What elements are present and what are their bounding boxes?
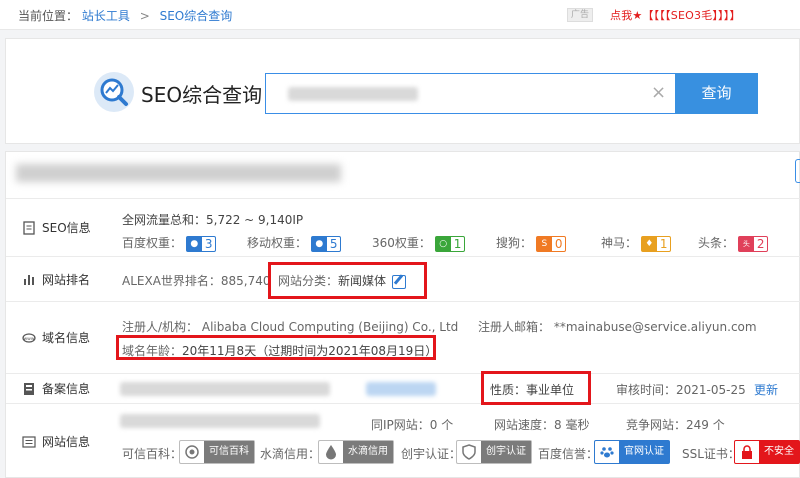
baidu-paw-icon: ● bbox=[186, 236, 202, 251]
ad-link[interactable]: 点我★【【【【SEO3毛】】】】 bbox=[610, 7, 741, 23]
cert-ssl-badge[interactable]: 不安全 bbox=[734, 440, 800, 464]
360-icon: ○ bbox=[435, 236, 451, 251]
registrant: 注册人/机构： Alibaba Cloud Computing (Beijing… bbox=[122, 320, 459, 334]
site-speed: 网站速度：8 毫秒 bbox=[494, 418, 590, 432]
breadcrumb-prefix: 当前位置： bbox=[18, 9, 79, 23]
seo-info-label: SEO信息 bbox=[6, 199, 114, 256]
www-icon: www bbox=[22, 332, 36, 343]
cert-baidu-badge[interactable]: 官网认证 bbox=[594, 440, 670, 464]
ssl-lock-icon bbox=[737, 442, 757, 462]
baidu-paw-icon: ● bbox=[311, 236, 327, 251]
alexa-rank: ALEXA世界排名：885,740 bbox=[122, 274, 271, 288]
breadcrumb: 当前位置： 站长工具 > SEO综合查询 bbox=[18, 7, 232, 24]
rank-label: 网站排名 bbox=[6, 257, 114, 301]
shenma-icon: ♦ bbox=[641, 236, 657, 251]
highlight-category bbox=[268, 262, 427, 299]
cert-trust-label: 可信百科： bbox=[122, 447, 183, 461]
cert-row: 可信百科： 可信百科 水滴信用： 水滴信用 创宇认证： 创宇认证 百度信誉： 官… bbox=[6, 440, 800, 466]
seo-logo-icon bbox=[94, 72, 134, 112]
breadcrumb-home-link[interactable]: 站长工具 bbox=[82, 9, 130, 23]
document-icon bbox=[23, 220, 35, 235]
highlight-domain-age bbox=[116, 335, 436, 360]
competitor-sites: 竞争网站：249 个 bbox=[626, 418, 725, 432]
seo-weight-sogou[interactable]: 搜狗： S0 bbox=[496, 234, 567, 252]
cert-chuangyu-label: 创宇认证： bbox=[401, 447, 462, 461]
search-button[interactable]: 查询 bbox=[675, 73, 758, 114]
blurred-site-ip bbox=[120, 414, 320, 428]
blurred-site-title bbox=[16, 164, 341, 182]
ad-tag: 广告 bbox=[567, 8, 593, 22]
cert-chuangyu-badge[interactable]: 创宇认证 bbox=[456, 440, 532, 464]
cert-baidu-label: 百度信誉： bbox=[538, 447, 599, 461]
seo-weight-toutiao[interactable]: 头条： 头2 bbox=[698, 234, 769, 252]
edge-button[interactable] bbox=[795, 159, 800, 183]
search-input[interactable]: × bbox=[265, 73, 676, 114]
seo-weight-360[interactable]: 360权重： ○ 1 bbox=[372, 234, 466, 252]
result-panel: SEO信息 全网流量总和：5,722 ~ 9,140IP 百度权重： ● 3 移动… bbox=[5, 151, 800, 478]
highlight-icp-nature bbox=[481, 371, 591, 405]
registrant-email: 注册人邮箱： **mainabuse@service.aliyun.com bbox=[478, 320, 757, 334]
cert-water-label: 水滴信用： bbox=[260, 447, 321, 461]
bar-chart-icon bbox=[24, 275, 34, 285]
blurred-icp-link[interactable] bbox=[366, 382, 436, 396]
cert-water-badge[interactable]: 水滴信用 bbox=[318, 440, 394, 464]
icp-audit-time: 审核时间：2021-05-25 bbox=[616, 383, 746, 397]
toutiao-icon: 头 bbox=[738, 236, 754, 251]
search-title: SEO综合查询 bbox=[141, 83, 263, 107]
cert-trust-badge[interactable]: 可信百科 bbox=[179, 440, 255, 464]
same-ip-sites: 同IP网站：0 个 bbox=[371, 418, 454, 432]
row-seo-info: SEO信息 全网流量总和：5,722 ~ 9,140IP 百度权重： ● 3 移动… bbox=[6, 198, 800, 256]
domain-label: www 域名信息 bbox=[22, 331, 91, 345]
seo-weight-mobile[interactable]: 移动权重： ● 5 bbox=[247, 234, 342, 252]
seo-weight-shenma[interactable]: 神马： ♦ 1 bbox=[601, 234, 672, 252]
record-icon bbox=[24, 382, 34, 395]
seo-weight-baidu[interactable]: 百度权重： ● 3 bbox=[122, 234, 217, 252]
row-site-info: 网站信息 同IP网站：0 个 网站速度：8 毫秒 竞争网站：249 个 可信百科… bbox=[6, 403, 800, 478]
search-section: SEO综合查询 × 查询 bbox=[5, 38, 800, 144]
svg-text:www: www bbox=[23, 337, 34, 342]
baidu-paw-icon bbox=[597, 442, 617, 462]
blurred-icp-number bbox=[120, 382, 330, 396]
chuangyu-shield-icon bbox=[459, 442, 479, 462]
top-bar: 当前位置： 站长工具 > SEO综合查询 广告 点我★【【【【SEO3毛】】】】 bbox=[0, 0, 800, 30]
blurred-query bbox=[288, 87, 418, 101]
clear-icon[interactable]: × bbox=[651, 83, 666, 103]
sogou-icon: S bbox=[536, 236, 552, 251]
icp-label: 备案信息 bbox=[6, 374, 114, 403]
icp-update-link[interactable]: 更新 bbox=[754, 381, 778, 398]
traffic-text: 全网流量总和：5,722 ~ 9,140IP bbox=[122, 213, 304, 227]
cert-ssl-label: SSL证书： bbox=[682, 447, 740, 461]
water-drop-icon bbox=[321, 442, 341, 462]
row-icp: 备案信息 性质：事业单位 审核时间：2021-05-25 更新 bbox=[6, 373, 800, 403]
breadcrumb-current-link[interactable]: SEO综合查询 bbox=[160, 9, 233, 23]
trust-seal-icon bbox=[182, 442, 202, 462]
breadcrumb-separator: > bbox=[139, 9, 150, 23]
